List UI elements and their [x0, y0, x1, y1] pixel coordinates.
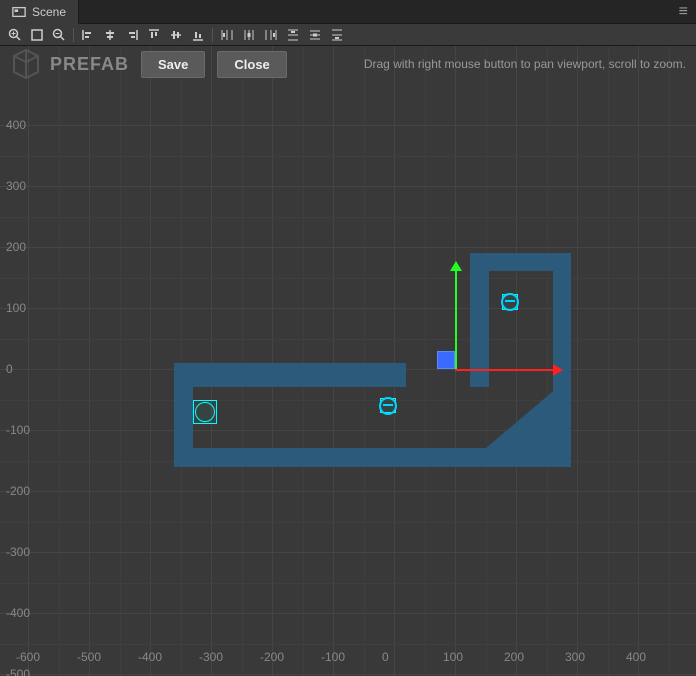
gizmo-x-axis[interactable] — [455, 369, 555, 371]
tab-scene[interactable]: Scene — [0, 0, 79, 24]
x-tick-label: -200 — [260, 650, 284, 676]
level-block[interactable] — [479, 387, 558, 454]
align-center-v-icon[interactable] — [165, 25, 187, 45]
distribute-center-h-icon[interactable] — [238, 25, 260, 45]
prefab-label: PREFAB — [50, 54, 129, 75]
save-button[interactable]: Save — [141, 51, 205, 78]
y-tick-label: -100 — [6, 423, 30, 437]
toolbar — [0, 24, 696, 46]
level-block[interactable] — [479, 253, 571, 271]
viewport-hint: Drag with right mouse button to pan view… — [364, 57, 686, 71]
distribute-center-v-icon[interactable] — [304, 25, 326, 45]
zoom-out-icon[interactable] — [48, 25, 70, 45]
y-tick-label: -500 — [6, 667, 30, 676]
x-tick-label: 400 — [626, 650, 646, 676]
align-center-h-icon[interactable] — [99, 25, 121, 45]
y-tick-label: 400 — [6, 118, 26, 132]
y-tick-label: 300 — [6, 179, 26, 193]
align-right-icon[interactable] — [121, 25, 143, 45]
tab-bar: Scene ≡ — [0, 0, 696, 24]
viewport[interactable]: -600-500-400-300-200-1000100200300400400… — [0, 46, 696, 676]
y-tick-label: -200 — [6, 484, 30, 498]
x-tick-label: -300 — [199, 650, 223, 676]
gizmo-y-axis[interactable] — [455, 269, 457, 369]
panel-menu-icon[interactable]: ≡ — [671, 3, 696, 21]
separator — [73, 28, 74, 42]
x-tick-label: -500 — [77, 650, 101, 676]
level-block[interactable] — [174, 363, 406, 387]
tab-label: Scene — [32, 5, 66, 19]
align-bottom-icon[interactable] — [187, 25, 209, 45]
y-tick-label: 0 — [6, 362, 13, 376]
x-tick-label: -400 — [138, 650, 162, 676]
y-tick-label: 100 — [6, 301, 26, 315]
prefab-logo: PREFAB — [10, 48, 129, 80]
close-button[interactable]: Close — [217, 51, 286, 78]
scene-icon — [12, 5, 26, 19]
player[interactable] — [193, 400, 217, 424]
distribute-left-icon[interactable] — [216, 25, 238, 45]
enemy-2[interactable] — [380, 398, 395, 413]
x-tick-label: -100 — [321, 650, 345, 676]
x-tick-label: 100 — [443, 650, 463, 676]
x-tick-label: 0 — [382, 650, 389, 676]
y-tick-label: -300 — [6, 545, 30, 559]
x-tick-label: 200 — [504, 650, 524, 676]
distribute-right-icon[interactable] — [260, 25, 282, 45]
zoom-in-icon[interactable] — [4, 25, 26, 45]
grid: -600-500-400-300-200-1000100200300400400… — [0, 46, 696, 676]
prefab-header: PREFAB Save Close Drag with right mouse … — [0, 46, 696, 82]
x-tick-label: 300 — [565, 650, 585, 676]
enemy-1[interactable] — [502, 294, 517, 309]
level-block[interactable] — [174, 363, 192, 467]
gizmo-origin[interactable] — [437, 351, 455, 369]
align-top-icon[interactable] — [143, 25, 165, 45]
distribute-top-icon[interactable] — [282, 25, 304, 45]
separator — [212, 28, 213, 42]
align-left-icon[interactable] — [77, 25, 99, 45]
y-tick-label: 200 — [6, 240, 26, 254]
distribute-bottom-icon[interactable] — [326, 25, 348, 45]
y-tick-label: -400 — [6, 606, 30, 620]
zoom-fit-icon[interactable] — [26, 25, 48, 45]
prefab-cube-icon — [10, 48, 42, 80]
level-block[interactable] — [470, 253, 488, 387]
